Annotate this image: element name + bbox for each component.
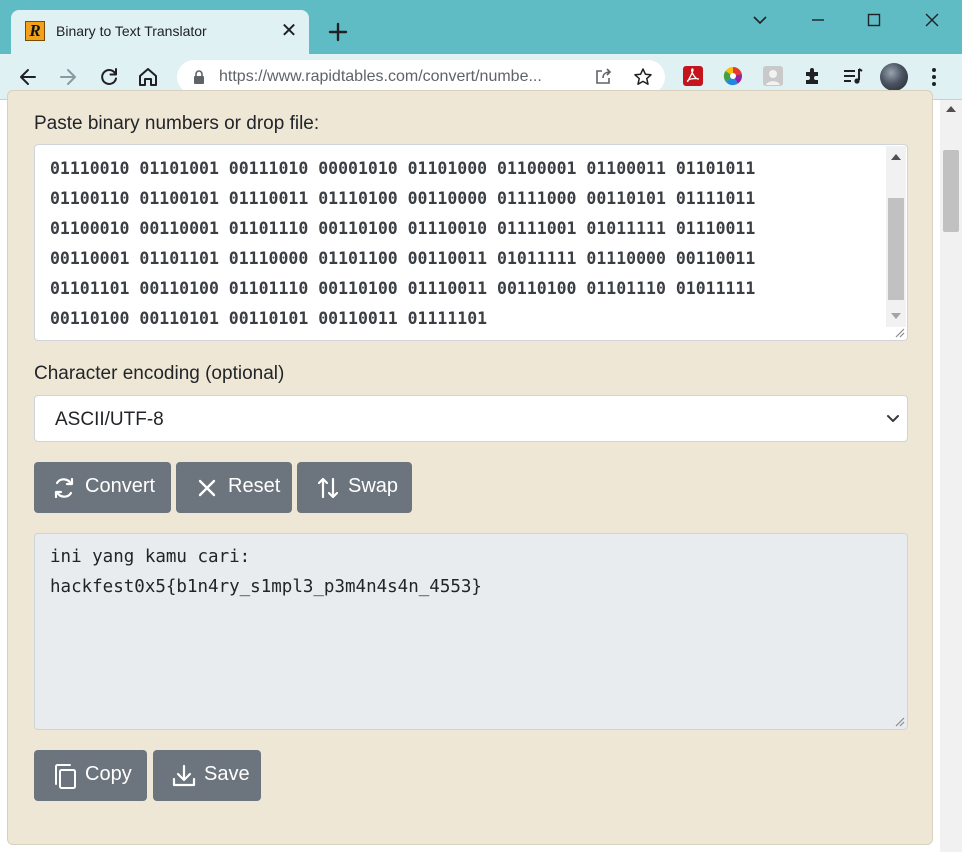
tab-title: Binary to Text Translator — [56, 23, 207, 39]
swap-button[interactable]: Swap — [297, 462, 412, 513]
scroll-up-arrow-icon[interactable] — [946, 106, 956, 112]
puzzle-icon[interactable] — [802, 65, 824, 87]
reset-button[interactable]: Reset — [176, 462, 292, 513]
save-button[interactable]: Save — [153, 750, 261, 801]
browser-titlebar: R Binary to Text Translator ✕ — [0, 0, 962, 54]
back-arrow-icon[interactable] — [14, 63, 42, 91]
textarea-scroll-thumb[interactable] — [888, 198, 904, 300]
forward-arrow-icon[interactable] — [54, 63, 82, 91]
binary-input-textarea[interactable]: 01110010 01101001 00111010 00001010 0110… — [34, 144, 908, 341]
star-icon[interactable] — [633, 67, 653, 87]
maximize-icon[interactable] — [860, 8, 888, 32]
textarea-scrollbar[interactable] — [886, 146, 906, 327]
pdf-icon[interactable] — [682, 65, 704, 87]
share-icon[interactable] — [593, 67, 613, 87]
refresh-cycle-icon — [54, 477, 74, 499]
kebab-menu-icon[interactable] — [924, 63, 944, 91]
tab-close-icon[interactable]: ✕ — [279, 21, 299, 41]
convert-button-label: Convert — [85, 475, 156, 497]
encoding-selected-value[interactable]: ASCII/UTF-8 — [55, 409, 164, 431]
window-close-icon[interactable] — [918, 8, 946, 32]
swap-arrows-icon — [317, 477, 339, 499]
output-text[interactable]: ini yang kamu cari: hackfest0x5{b1n4ry_s… — [50, 542, 890, 602]
address-bar[interactable]: https://www.rapidtables.com/convert/numb… — [177, 60, 665, 94]
copy-button-label: Copy — [85, 763, 132, 785]
chevron-down-icon[interactable] — [746, 8, 774, 32]
new-tab-plus-icon[interactable] — [326, 20, 350, 44]
scroll-down-arrow-icon[interactable] — [891, 313, 901, 319]
copy-icon — [55, 764, 76, 789]
page-scrollbar[interactable] — [940, 100, 962, 852]
scroll-up-arrow-icon[interactable] — [891, 154, 901, 160]
page-viewport: Paste binary numbers or drop file: 01110… — [0, 90, 962, 852]
download-icon — [172, 764, 196, 787]
x-icon — [198, 479, 216, 497]
minimize-icon[interactable] — [804, 8, 832, 32]
browser-tab[interactable]: R Binary to Text Translator ✕ — [11, 10, 309, 54]
convert-button[interactable]: Convert — [34, 462, 171, 513]
media-queue-icon[interactable] — [842, 65, 864, 87]
reset-button-label: Reset — [228, 475, 281, 497]
resize-grip-icon[interactable] — [893, 715, 905, 727]
color-wheel-icon[interactable] — [722, 65, 744, 87]
lock-icon[interactable] — [191, 69, 207, 85]
swap-button-label: Swap — [348, 475, 399, 497]
save-button-label: Save — [204, 763, 250, 785]
copy-button[interactable]: Copy — [34, 750, 147, 801]
binary-input-label: Paste binary numbers or drop file: — [34, 113, 320, 134]
output-textarea[interactable]: ini yang kamu cari: hackfest0x5{b1n4ry_s… — [34, 533, 908, 730]
binary-input-value[interactable]: 01110010 01101001 00111010 00001010 0110… — [50, 154, 870, 334]
reload-icon[interactable] — [95, 63, 123, 91]
home-icon[interactable] — [134, 63, 162, 91]
resize-grip-icon[interactable] — [893, 326, 905, 338]
profile-avatar[interactable] — [880, 63, 908, 91]
rapidtables-favicon-icon: R — [25, 21, 45, 41]
chevron-down-icon[interactable] — [885, 410, 901, 426]
encoding-select[interactable]: ASCII/UTF-8 — [34, 395, 908, 442]
profile-ext-icon[interactable] — [762, 65, 784, 87]
page-scroll-thumb[interactable] — [943, 150, 959, 232]
url-text[interactable]: https://www.rapidtables.com/convert/numb… — [219, 68, 589, 86]
encoding-label: Character encoding (optional) — [34, 363, 285, 384]
